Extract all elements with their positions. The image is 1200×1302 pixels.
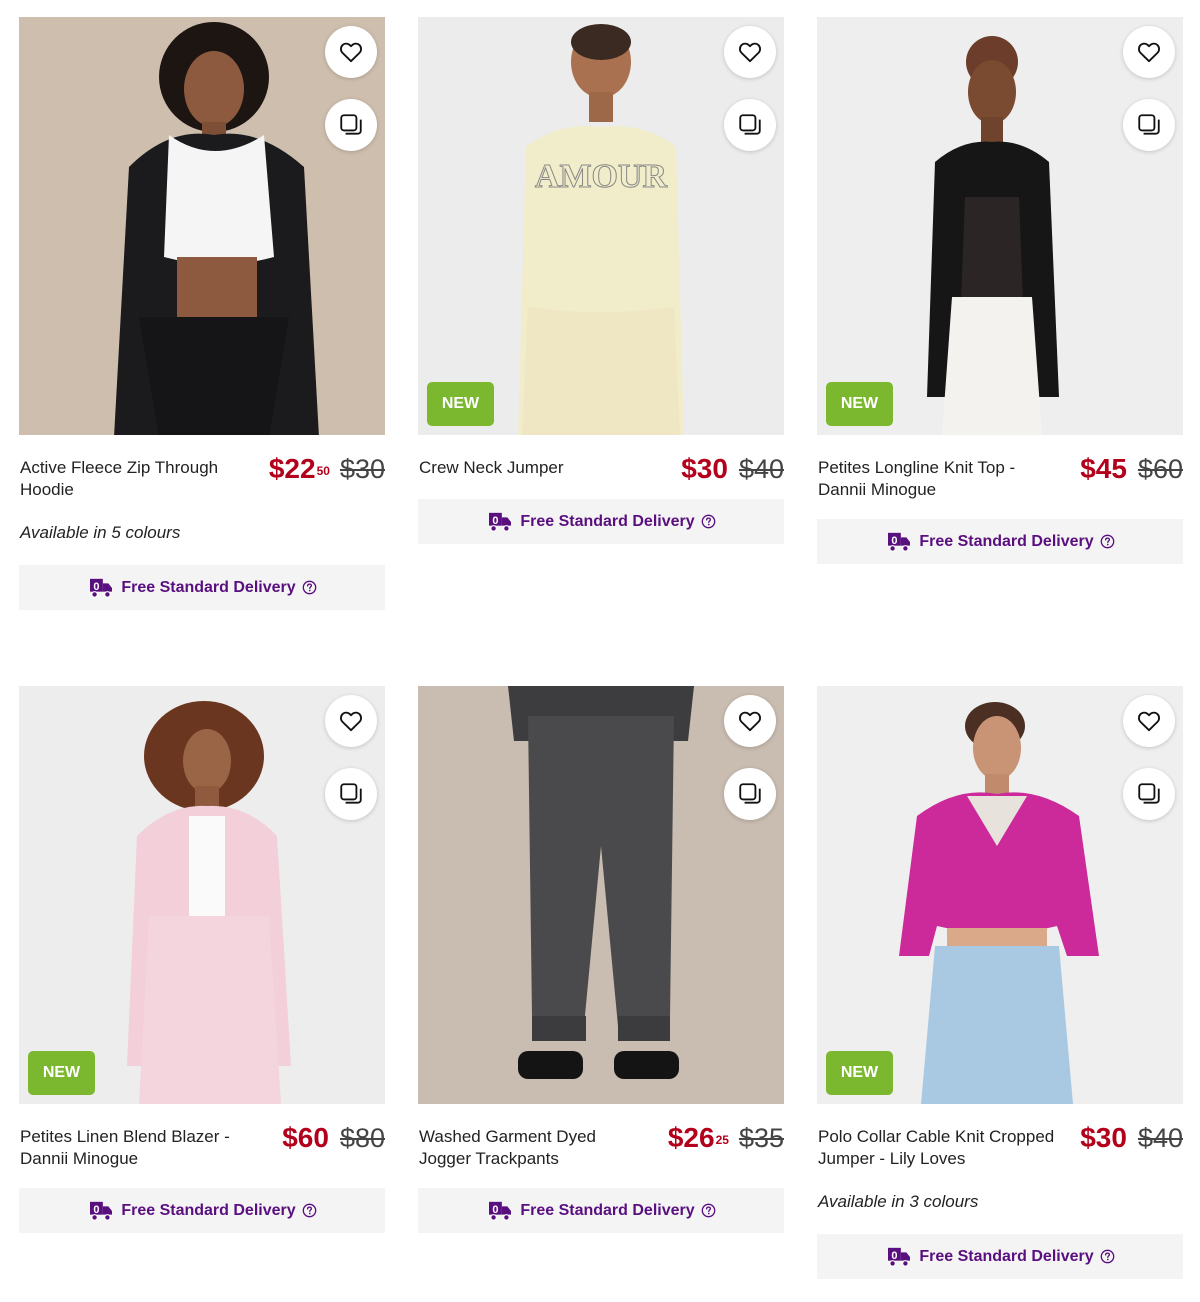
delivery-truck-icon (486, 1200, 514, 1222)
compare-icon (737, 112, 763, 138)
help-icon[interactable] (302, 580, 317, 595)
current-price: $30 (681, 453, 728, 484)
delivery-truck-icon (486, 511, 514, 533)
product-card[interactable]: Active Fleece Zip Through Hoodie $2250 $… (19, 17, 385, 610)
help-icon[interactable] (701, 514, 716, 529)
compare-icon (338, 781, 364, 807)
heart-icon (737, 708, 763, 734)
delivery-label: Free Standard Delivery (520, 1201, 695, 1219)
cable-knit-photo-icon (817, 686, 1183, 1104)
delivery-truck-icon (885, 1246, 913, 1268)
compare-icon (1136, 112, 1162, 138)
current-price: $2250 (268, 453, 330, 484)
product-card[interactable]: AMOUR NEW Crew Neck Jumper $30 $40 Free … (418, 17, 784, 544)
compare-icon (338, 112, 364, 138)
product-name[interactable]: Petites Linen Blend Blazer - Dannii Mino… (20, 1126, 242, 1170)
product-name[interactable]: Active Fleece Zip Through Hoodie (20, 457, 242, 501)
current-price: $45 (1080, 453, 1127, 484)
free-delivery-banner[interactable]: Free Standard Delivery (817, 1234, 1183, 1279)
price-block: $2625 $35 (668, 1121, 784, 1155)
free-delivery-banner[interactable]: Free Standard Delivery (418, 499, 784, 544)
product-image[interactable] (19, 17, 385, 435)
current-price: $2625 (667, 1122, 729, 1153)
product-image[interactable]: AMOUR NEW (418, 17, 784, 435)
was-price: $60 (1137, 454, 1183, 484)
price-block: $2250 $30 (269, 452, 385, 486)
delivery-truck-icon (885, 531, 913, 553)
wishlist-button[interactable] (724, 26, 776, 78)
hoodie-photo-icon (19, 17, 385, 435)
product-name[interactable]: Polo Collar Cable Knit Cropped Jumper - … (818, 1126, 1063, 1170)
trackpants-photo-icon (418, 686, 784, 1104)
compare-button[interactable] (724, 768, 776, 820)
knit-top-photo-icon (817, 17, 1183, 435)
new-badge: NEW (427, 382, 494, 426)
free-delivery-banner[interactable]: Free Standard Delivery (19, 565, 385, 610)
product-image[interactable]: NEW (817, 17, 1183, 435)
wishlist-button[interactable] (325, 695, 377, 747)
heart-icon (1136, 708, 1162, 734)
jumper-photo-icon: AMOUR (418, 17, 784, 435)
product-image[interactable]: NEW (19, 686, 385, 1104)
current-price: $60 (282, 1122, 329, 1153)
new-badge: NEW (826, 382, 893, 426)
compare-button[interactable] (325, 768, 377, 820)
was-price: $40 (1137, 1123, 1183, 1153)
help-icon[interactable] (1100, 534, 1115, 549)
new-badge: NEW (28, 1051, 95, 1095)
delivery-truck-icon (87, 577, 115, 599)
wishlist-button[interactable] (724, 695, 776, 747)
heart-icon (338, 39, 364, 65)
wishlist-button[interactable] (1123, 695, 1175, 747)
help-icon[interactable] (701, 1203, 716, 1218)
price-block: $60 $80 (282, 1121, 385, 1155)
help-icon[interactable] (1100, 1249, 1115, 1264)
product-card[interactable]: NEW Petites Longline Knit Top - Dannii M… (817, 17, 1183, 564)
delivery-truck-icon (87, 1200, 115, 1222)
was-price: $30 (339, 454, 385, 484)
blazer-photo-icon (19, 686, 385, 1104)
product-image[interactable]: NEW (817, 686, 1183, 1104)
compare-button[interactable] (1123, 99, 1175, 151)
price-block: $30 $40 (1080, 1121, 1183, 1155)
compare-icon (1136, 781, 1162, 807)
price-block: $30 $40 (681, 452, 784, 486)
compare-icon (737, 781, 763, 807)
delivery-label: Free Standard Delivery (121, 578, 296, 596)
product-name[interactable]: Washed Garment Dyed Jogger Trackpants (419, 1126, 641, 1170)
compare-button[interactable] (1123, 768, 1175, 820)
product-card[interactable]: NEW Petites Linen Blend Blazer - Dannii … (19, 686, 385, 1233)
delivery-label: Free Standard Delivery (121, 1201, 296, 1219)
wishlist-button[interactable] (1123, 26, 1175, 78)
was-price: $80 (339, 1123, 385, 1153)
was-price: $40 (738, 454, 784, 484)
delivery-label: Free Standard Delivery (919, 1247, 1094, 1265)
free-delivery-banner[interactable]: Free Standard Delivery (817, 519, 1183, 564)
colour-availability: Available in 5 colours (20, 523, 181, 542)
heart-icon (1136, 39, 1162, 65)
wishlist-button[interactable] (325, 26, 377, 78)
product-image[interactable] (418, 686, 784, 1104)
product-card[interactable]: Washed Garment Dyed Jogger Trackpants $2… (418, 686, 784, 1233)
product-card[interactable]: NEW Polo Collar Cable Knit Cropped Jumpe… (817, 686, 1183, 1279)
delivery-label: Free Standard Delivery (919, 532, 1094, 550)
price-block: $45 $60 (1080, 452, 1183, 486)
heart-icon (737, 39, 763, 65)
compare-button[interactable] (325, 99, 377, 151)
current-price: $30 (1080, 1122, 1127, 1153)
new-badge: NEW (826, 1051, 893, 1095)
product-name[interactable]: Petites Longline Knit Top - Dannii Minog… (818, 457, 1040, 501)
help-icon[interactable] (302, 1203, 317, 1218)
free-delivery-banner[interactable]: Free Standard Delivery (418, 1188, 784, 1233)
heart-icon (338, 708, 364, 734)
delivery-label: Free Standard Delivery (520, 512, 695, 530)
was-price: $35 (738, 1123, 784, 1153)
free-delivery-banner[interactable]: Free Standard Delivery (19, 1188, 385, 1233)
product-name[interactable]: Crew Neck Jumper (419, 457, 641, 479)
colour-availability: Available in 3 colours (818, 1192, 979, 1211)
compare-button[interactable] (724, 99, 776, 151)
svg-text:AMOUR: AMOUR (535, 158, 668, 195)
